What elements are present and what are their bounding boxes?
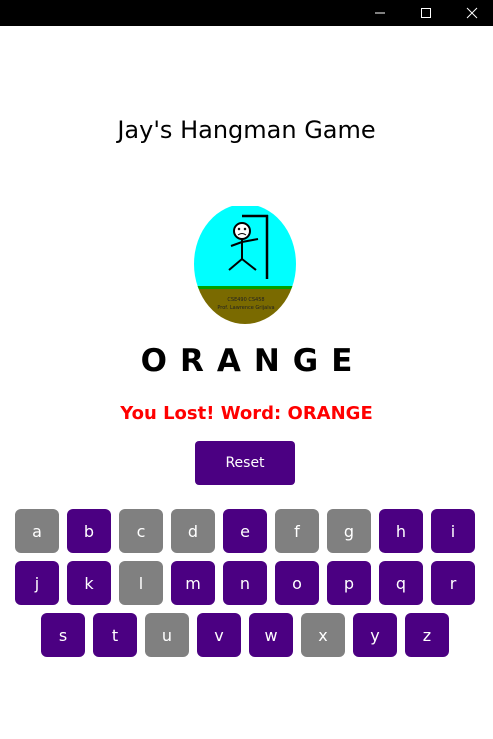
key-u: u [145, 613, 189, 657]
close-button[interactable] [449, 0, 493, 26]
reset-button[interactable]: Reset [195, 441, 295, 485]
key-j[interactable]: j [15, 561, 59, 605]
key-t[interactable]: t [93, 613, 137, 657]
key-z[interactable]: z [405, 613, 449, 657]
key-n[interactable]: n [223, 561, 267, 605]
page-title: Jay's Hangman Game [117, 116, 376, 144]
key-g: g [327, 509, 371, 553]
maximize-button[interactable] [403, 0, 449, 26]
key-i[interactable]: i [431, 509, 475, 553]
key-a: a [15, 509, 59, 553]
key-f: f [275, 509, 319, 553]
key-o[interactable]: o [275, 561, 319, 605]
window-titlebar [0, 0, 493, 26]
hangman-image: CSE490 CS458 Prof. Lawrence Grijalva [194, 206, 298, 328]
minimize-button[interactable] [357, 0, 403, 26]
status-message: You Lost! Word: ORANGE [120, 403, 373, 424]
close-icon [466, 7, 478, 19]
key-c: c [119, 509, 163, 553]
guessed-word: ORANGE [140, 343, 366, 379]
key-w[interactable]: w [249, 613, 293, 657]
key-s[interactable]: s [41, 613, 85, 657]
key-l: l [119, 561, 163, 605]
key-q[interactable]: q [379, 561, 423, 605]
key-h[interactable]: h [379, 509, 423, 553]
key-k[interactable]: k [67, 561, 111, 605]
image-caption-line1: CSE490 CS458 [227, 297, 264, 303]
key-p[interactable]: p [327, 561, 371, 605]
key-e[interactable]: e [223, 509, 267, 553]
key-r[interactable]: r [431, 561, 475, 605]
key-b[interactable]: b [67, 509, 111, 553]
minimize-icon [375, 12, 385, 14]
key-y[interactable]: y [353, 613, 397, 657]
key-d: d [171, 509, 215, 553]
maximize-icon [421, 8, 431, 18]
key-v[interactable]: v [197, 613, 241, 657]
image-caption-line2: Prof. Lawrence Grijalva [217, 305, 274, 311]
key-m[interactable]: m [171, 561, 215, 605]
key-x: x [301, 613, 345, 657]
